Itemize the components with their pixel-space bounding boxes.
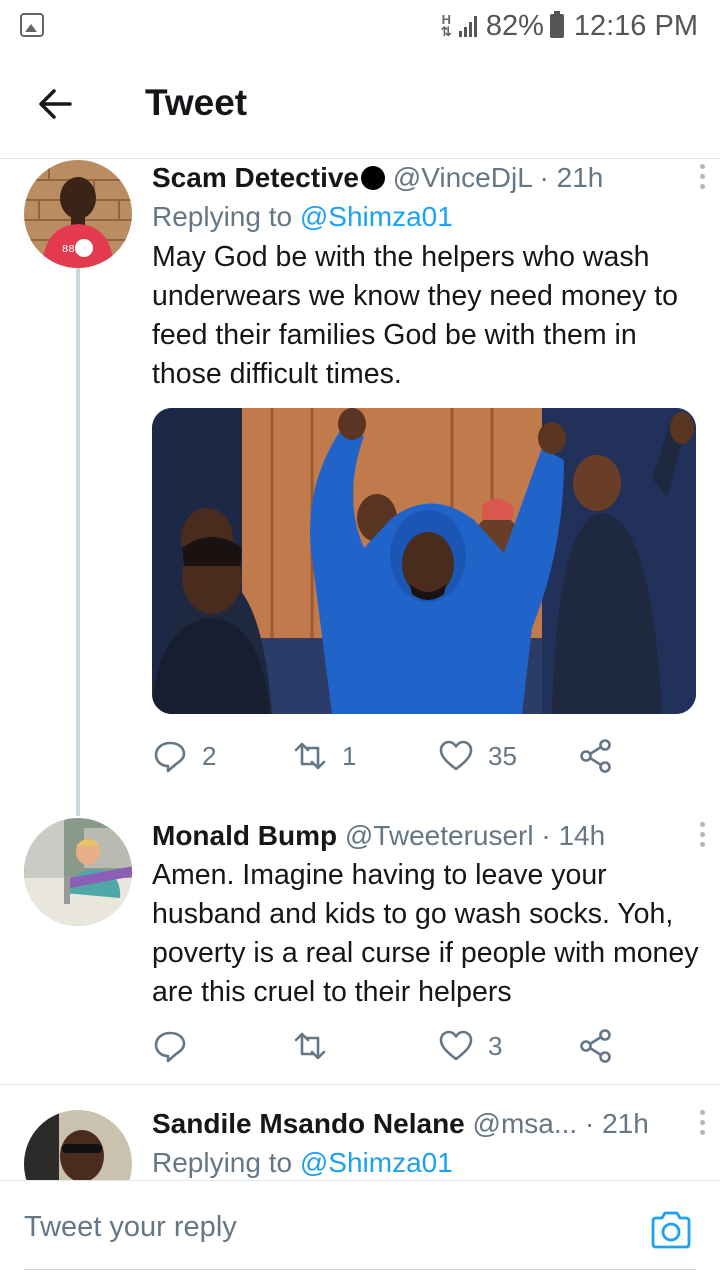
tweet-actions: 3	[152, 1026, 672, 1066]
tweet-item[interactable]: Monald Bump @Tweeteruserl · 14h Amen. Im…	[0, 818, 720, 1080]
tweet-time: · 21h	[584, 1108, 649, 1139]
avatar[interactable]: 88	[24, 160, 132, 268]
retweet-button[interactable]	[292, 1026, 342, 1066]
back-arrow-icon[interactable]	[36, 84, 76, 124]
user-name[interactable]: Scam Detective	[152, 162, 359, 193]
camera-icon[interactable]	[650, 1211, 692, 1249]
tweet-time: · 14h	[541, 820, 606, 851]
gallery-notification-icon	[20, 13, 44, 37]
tweet-body: Monald Bump @Tweeteruserl · 14h Amen. Im…	[152, 818, 700, 1012]
tweet-header: Scam Detective @VinceDjL · 21h	[152, 160, 700, 196]
share-button[interactable]	[578, 736, 614, 776]
tweet-header: Monald Bump @Tweeteruserl · 14h	[152, 818, 700, 854]
emoji-badge-icon	[361, 166, 386, 190]
status-bar-right: H ⇅ 82% 12:16 PM	[441, 8, 698, 44]
replying-to-link[interactable]: @Shimza01	[300, 1147, 453, 1178]
share-button[interactable]	[578, 1026, 614, 1066]
tweet-item[interactable]: Sandile Msando Nelane @msa... · 21h Repl…	[0, 1106, 720, 1180]
replying-to: Replying to @Shimza01	[152, 1144, 700, 1180]
app-header: Tweet	[0, 52, 720, 159]
tweet-text: Amen. Imagine having to leave your husba…	[152, 859, 699, 1008]
tweet-image[interactable]	[152, 408, 696, 714]
replying-to: Replying to @Shimza01	[152, 198, 700, 236]
user-handle[interactable]: @Tweeteruserl	[345, 820, 534, 851]
replying-to-link[interactable]: @Shimza01	[300, 201, 453, 232]
tweet-body: Scam Detective @VinceDjL · 21h Replying …	[152, 160, 700, 394]
reply-button[interactable]	[152, 1026, 202, 1066]
retweet-count: 1	[342, 740, 357, 771]
user-name[interactable]: Sandile Msando Nelane	[152, 1108, 465, 1139]
retweet-button[interactable]: 1	[292, 736, 356, 776]
more-options-icon[interactable]	[698, 164, 706, 189]
thread-line	[76, 268, 80, 816]
reply-icon	[154, 1031, 186, 1063]
share-icon	[580, 739, 611, 773]
reply-button[interactable]: 2	[152, 736, 216, 776]
tweet-header: Sandile Msando Nelane @msa... · 21h	[152, 1106, 700, 1142]
replying-prefix: Replying to	[152, 1147, 293, 1178]
reply-input[interactable]: Tweet your reply	[24, 1211, 237, 1244]
tweet-time: · 21h	[539, 162, 604, 193]
reply-bar: Tweet your reply	[0, 1180, 720, 1280]
avatar[interactable]	[24, 818, 132, 926]
avatar[interactable]	[24, 1110, 132, 1180]
replying-prefix: Replying to	[152, 201, 293, 232]
heart-icon	[439, 1030, 473, 1061]
tweet-body: Sandile Msando Nelane @msa... · 21h Repl…	[152, 1106, 700, 1180]
like-count: 35	[488, 740, 517, 771]
divider	[0, 1084, 720, 1085]
more-options-icon[interactable]	[698, 1110, 706, 1135]
tweet-text: May God be with the helpers who wash und…	[152, 241, 678, 390]
reply-underline	[24, 1269, 696, 1270]
user-handle[interactable]: @msa...	[473, 1108, 578, 1139]
network-type-icon: H ⇅	[440, 12, 452, 39]
tweet-actions: 2 1 35	[152, 736, 672, 776]
like-button[interactable]: 3	[438, 1026, 502, 1066]
clock: 12:16 PM	[573, 9, 698, 42]
user-name[interactable]: Monald Bump	[152, 820, 337, 851]
tweet-item[interactable]: 88 Scam Detective @VinceDjL · 21h Replyi…	[0, 160, 720, 820]
battery-icon	[549, 11, 564, 38]
heart-icon	[439, 740, 473, 771]
retweet-icon	[294, 742, 326, 770]
user-handle[interactable]: @VinceDjL	[393, 162, 532, 193]
retweet-icon	[294, 1032, 326, 1060]
battery-percent: 82%	[485, 9, 544, 42]
svg-text:88: 88	[62, 244, 75, 255]
signal-icon	[458, 16, 477, 37]
reply-icon	[154, 741, 186, 773]
page-title: Tweet	[145, 82, 248, 123]
status-bar: H ⇅ 82% 12:16 PM	[0, 0, 720, 52]
like-button[interactable]: 35	[438, 736, 517, 776]
share-icon	[580, 1029, 611, 1063]
reply-count: 2	[202, 740, 217, 771]
more-options-icon[interactable]	[698, 822, 706, 847]
like-count: 3	[488, 1030, 503, 1061]
